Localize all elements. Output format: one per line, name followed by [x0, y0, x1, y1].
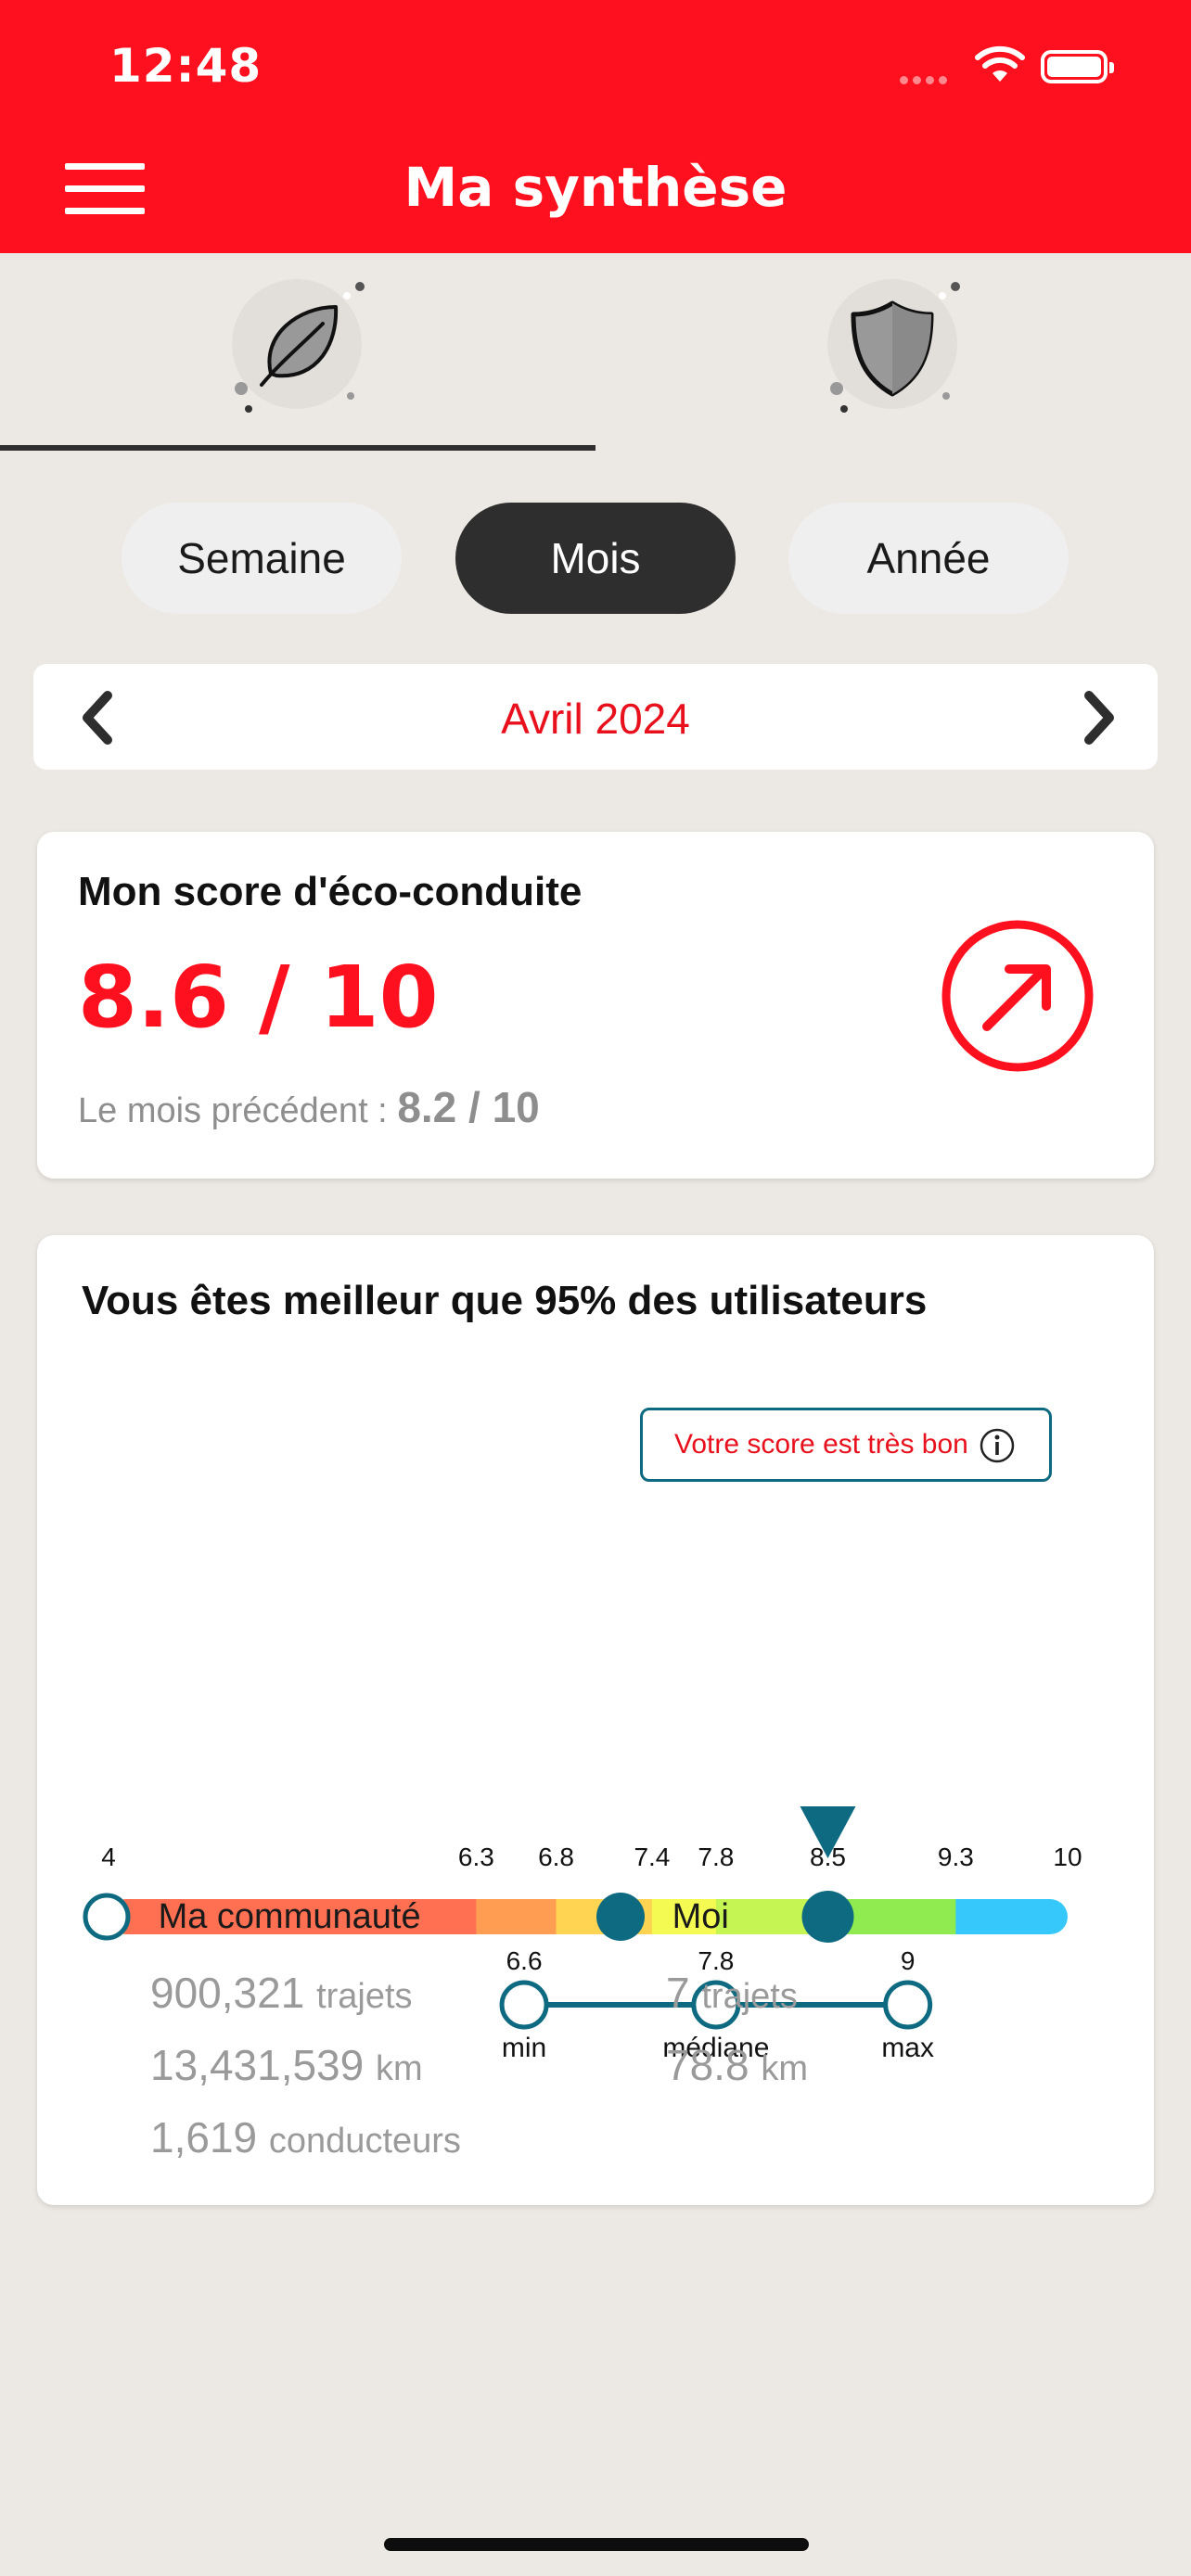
status-time: 12:48	[109, 39, 263, 93]
info-icon[interactable]	[979, 1427, 1016, 1464]
app-header: 12:48 Ma synthèse	[0, 0, 1191, 253]
active-tab-indicator	[0, 445, 596, 451]
my-trips: 7 trajets	[666, 1969, 798, 2017]
range-value-min: 6.6	[506, 1946, 543, 1975]
period-tab-month[interactable]: Mois	[455, 503, 736, 614]
eco-score-card: Mon score d'éco-conduite 8.6 / 10 Le moi…	[37, 832, 1154, 1179]
community-drivers: 1,619 conducteurs	[150, 2113, 461, 2162]
score-gauge: 46.36.87.47.88.59.3106.6min7.8médiane9ma…	[101, 1806, 1082, 2063]
period-tab-week[interactable]: Semaine	[122, 503, 402, 614]
my-km: 78.8 km	[666, 2041, 808, 2089]
range-marker-min	[499, 1980, 549, 2030]
gauge-segment-6	[955, 1899, 1068, 1934]
gauge-tick-label-0: 4	[101, 1843, 116, 1871]
gauge-segment-1	[476, 1899, 557, 1934]
legend-me: Moi	[596, 1892, 729, 1942]
legend-community: Ma communauté	[82, 1892, 421, 1942]
chevron-right-icon[interactable]	[1070, 690, 1126, 746]
tab-eco-driving[interactable]	[0, 253, 596, 453]
wifi-icon	[975, 45, 1025, 82]
range-value-max: 9	[901, 1946, 916, 1975]
score-feedback-badge: Votre score est très bon	[640, 1408, 1052, 1482]
eco-score-value: 8.6 / 10	[78, 948, 439, 1047]
range-label-min: min	[502, 2033, 546, 2063]
community-comparison-card: Vous êtes meilleur que 95% des utilisate…	[37, 1235, 1154, 2205]
comparison-title: Vous êtes meilleur que 95% des utilisate…	[82, 1278, 928, 1323]
cellular-signal-icon	[900, 72, 952, 89]
arrow-up-right-icon[interactable]	[939, 917, 1096, 1075]
month-navigator: Avril 2024	[33, 664, 1158, 770]
status-icons	[900, 45, 1122, 91]
shield-icon	[827, 279, 960, 413]
current-month: Avril 2024	[501, 695, 690, 743]
legend-me-label: Moi	[672, 1896, 729, 1936]
battery-icon	[1041, 50, 1114, 83]
community-km: 13,431,539 km	[150, 2041, 423, 2089]
gauge-tick-label-2: 6.8	[538, 1843, 574, 1871]
range-marker-max	[883, 1980, 933, 2030]
eco-score-title: Mon score d'éco-conduite	[78, 869, 583, 914]
legend-community-label: Ma communauté	[158, 1896, 421, 1936]
gauge-tick-label-4: 7.8	[698, 1843, 734, 1871]
page-title: Ma synthèse	[403, 156, 788, 219]
tab-safety[interactable]	[596, 253, 1191, 453]
gauge-tick-label-7: 10	[1053, 1843, 1082, 1871]
leaf-icon	[232, 279, 365, 413]
legend-me-marker	[596, 1893, 645, 1941]
previous-month-label: Le mois précédent :	[78, 1091, 388, 1130]
gauge-tick-label-1: 6.3	[458, 1843, 494, 1871]
community-trips: 900,321 trajets	[150, 1969, 413, 2017]
legend-community-marker	[83, 1893, 131, 1941]
score-pointer-icon	[800, 1806, 856, 1858]
period-tab-year[interactable]: Année	[788, 503, 1069, 614]
gauge-tick-label-6: 9.3	[938, 1843, 974, 1871]
score-feedback-text: Votre score est très bon	[674, 1429, 968, 1460]
previous-month-value: 8.2 / 10	[397, 1083, 540, 1131]
previous-month-score: Le mois précédent : 8.2 / 10	[78, 1082, 540, 1132]
range-label-max: max	[881, 2033, 934, 2063]
user-score-marker	[801, 1891, 854, 1943]
gauge-tick-label-3: 7.4	[634, 1843, 670, 1871]
home-indicator	[384, 2538, 809, 2551]
